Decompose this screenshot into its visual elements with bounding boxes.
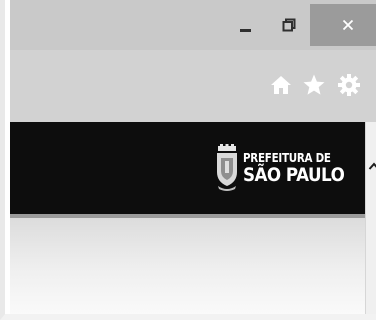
- star-icon: [303, 74, 325, 95]
- favorites-button[interactable]: [301, 72, 327, 98]
- web-page: PREFEITURA DE SÃO PAULO: [10, 122, 365, 314]
- close-button[interactable]: [310, 4, 376, 46]
- logo-text: PREFEITURA DE SÃO PAULO: [243, 152, 358, 185]
- restore-icon: [282, 18, 296, 32]
- site-logo[interactable]: PREFEITURA DE SÃO PAULO: [215, 144, 358, 192]
- gear-icon: [338, 74, 360, 96]
- logo-line-2: SÃO PAULO: [243, 163, 345, 186]
- home-button[interactable]: [268, 72, 294, 98]
- city-crest-icon: [217, 144, 237, 191]
- browser-window: PREFEITURA DE SÃO PAULO: [0, 0, 376, 320]
- site-header: PREFEITURA DE SÃO PAULO: [10, 122, 365, 218]
- home-icon: [271, 76, 291, 94]
- restore-button[interactable]: [268, 4, 310, 46]
- minimize-button[interactable]: [225, 4, 265, 46]
- page-body: [10, 218, 365, 314]
- settings-button[interactable]: [336, 72, 362, 98]
- vertical-scrollbar[interactable]: [365, 122, 376, 314]
- scroll-up-button[interactable]: [366, 158, 376, 174]
- title-bar: [10, 0, 376, 50]
- browser-toolbar: [10, 50, 376, 122]
- logo-line-1: PREFEITURA DE: [243, 150, 331, 165]
- chevron-up-icon: [368, 162, 376, 170]
- minimize-icon: [239, 28, 251, 32]
- close-icon: [342, 19, 354, 31]
